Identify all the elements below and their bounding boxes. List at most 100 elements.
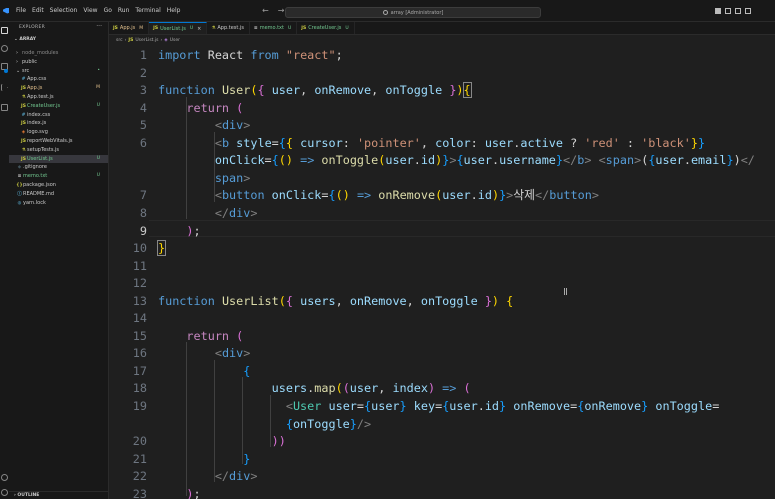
tree-item-app-js[interactable]: JSApp.js M (9, 84, 108, 92)
more-actions-icon[interactable]: ··· (96, 23, 102, 30)
account-icon[interactable] (1, 474, 8, 481)
tab-label: memo.txt (259, 25, 284, 31)
menu-edit[interactable]: Edit (29, 7, 47, 14)
menu-help[interactable]: Help (164, 7, 184, 14)
toggle-secondary-sidebar-icon[interactable] (735, 8, 741, 14)
back-arrow-icon[interactable]: ← (262, 6, 269, 15)
code-line: ); (186, 223, 201, 238)
menu-terminal[interactable]: Terminal (132, 7, 163, 14)
line-number: 22 (132, 469, 147, 484)
code-line: return ( (186, 328, 244, 343)
command-center-search[interactable]: array [Administrator] (285, 7, 541, 18)
tree-item-label: src (22, 67, 30, 74)
tree-item-app-test-js[interactable]: ⚗App.test.js (9, 93, 108, 101)
line-number: 20 (132, 434, 147, 449)
forward-arrow-icon[interactable]: → (278, 6, 285, 15)
line-number: 4 (139, 100, 147, 115)
tree-item-label: setupTests.js (27, 146, 60, 153)
explorer-icon[interactable] (1, 27, 8, 34)
current-line-highlight (149, 220, 775, 237)
git-status-badge: U (96, 173, 100, 179)
tab-git-status: U (189, 26, 194, 31)
tree-item-createuser-js[interactable]: JSCreateUser.js U (9, 102, 108, 110)
tab-createuser-js[interactable]: JS CreateUser.js U (297, 22, 355, 34)
file-type-icon: ≡ (17, 174, 22, 180)
file-type-icon: JS (301, 25, 307, 31)
breadcrumb-separator-icon: › (160, 37, 163, 43)
vscode-logo-icon (3, 7, 9, 14)
file-type-icon: ⚗ (211, 25, 216, 31)
tree-item-src[interactable]: ⌄ src • (9, 67, 108, 75)
breadcrumb-separator-icon: › (124, 37, 127, 43)
tab-git-status: U (287, 25, 292, 31)
line-number: 14 (132, 311, 147, 326)
tab-memo-txt[interactable]: ≡ memo.txt U (250, 22, 298, 34)
code-line: function User({ user, onRemove, onToggle… (158, 82, 472, 99)
menu-run[interactable]: Run (115, 7, 133, 14)
toggle-sidebar-icon[interactable] (715, 8, 721, 14)
tree-item-public[interactable]: › public (9, 58, 108, 66)
file-type-icon: # (21, 112, 26, 118)
line-number: 9 (139, 223, 147, 238)
tab-label: App.js (119, 25, 136, 31)
tree-item-index-js[interactable]: JSindex.js (9, 119, 108, 127)
line-number: 23 (132, 486, 147, 499)
menu-file[interactable]: File (13, 7, 29, 14)
file-type-icon: ≡ (253, 25, 258, 31)
close-icon[interactable]: × (197, 26, 201, 32)
toggle-panel-icon[interactable] (725, 8, 731, 14)
menu-go[interactable]: Go (101, 7, 115, 14)
tree-item-setuptests-js[interactable]: ⚗setupTests.js (9, 146, 108, 154)
code-line: } (156, 240, 167, 257)
breadcrumb-symbol[interactable]: User (170, 38, 180, 43)
file-type-icon: ◈ (21, 130, 26, 136)
extensions-icon[interactable] (1, 104, 8, 111)
workspace-root-label: ARRAY (19, 37, 37, 42)
tree-item-label: CreateUser.js (27, 102, 61, 109)
editor-tab-bar: JS App.js M JS UserList.js U × ⚗ App.test.js ≡ mem… (109, 22, 775, 35)
tree-item-label: .gitignore (23, 164, 47, 171)
line-number: 19 (132, 399, 147, 413)
file-type-icon: ⚗ (21, 95, 26, 100)
tree-item-readme-md[interactable]: ⓘREADME.md (9, 190, 108, 198)
breadcrumb-folder[interactable]: src (116, 38, 123, 43)
tree-item-yarn-lock[interactable]: ◍ yarn.lock (9, 199, 108, 207)
code-line: <b style={{ cursor: 'pointer', color: us… (214, 135, 706, 150)
tree-item-label: logo.svg (27, 129, 48, 136)
menu-view[interactable]: View (80, 7, 100, 14)
file-type-icon: # (21, 77, 26, 83)
tree-item-node-modules[interactable]: › node_modules (9, 49, 108, 57)
tree-item-userlist-js[interactable]: JSUserList.js U (9, 154, 108, 163)
file-type-icon: ◍ (17, 200, 22, 206)
tree-item-label: public (22, 58, 38, 65)
title-bar: File Edit Selection View Go Run Terminal… (0, 0, 775, 22)
line-number: 7 (139, 188, 147, 203)
code-editor[interactable]: 1 import React from "react"; 2 3 function Us… (109, 45, 775, 499)
outline-section[interactable]: › OUTLINE (9, 491, 108, 499)
workspace-root[interactable]: ⌄ ARRAY (14, 37, 36, 42)
tab-git-status: U (345, 25, 349, 31)
line-number: 21 (132, 451, 147, 466)
tree-item-app-css[interactable]: # App.css (9, 75, 108, 83)
line-number (109, 152, 147, 169)
search-activity-icon[interactable] (1, 45, 8, 52)
breadcrumb-file[interactable]: UserList.js (135, 38, 158, 43)
line-number: 2 (139, 65, 147, 80)
tab-app-test-js[interactable]: ⚗ App.test.js (207, 22, 250, 34)
tab-app-js[interactable]: JS App.js M (109, 22, 150, 34)
tree-item-logo-svg[interactable]: ◈ logo.svg (9, 128, 108, 136)
run-debug-icon[interactable] (1, 84, 8, 91)
file-type-icon: JS (21, 139, 26, 144)
tab-label: CreateUser.js (308, 25, 342, 31)
tree-item-memo-txt[interactable]: ≡ memo.txt U (9, 172, 108, 180)
tree-item-label: App.test.js (27, 94, 54, 100)
customize-layout-icon[interactable] (745, 8, 751, 14)
file-type-icon: JS (21, 103, 26, 109)
gear-icon[interactable] (1, 489, 8, 496)
tab-userlist-js[interactable]: JS UserList.js U × (149, 22, 208, 34)
tree-item-index-css[interactable]: # index.css (9, 111, 108, 119)
tree-item--gitignore[interactable]: ◆ .gitignore (9, 163, 108, 171)
menu-selection[interactable]: Selection (47, 7, 81, 14)
tree-item-package-json[interactable]: {}package.json (9, 181, 108, 189)
tree-item-reportwebvitals-js[interactable]: JSreportWebVitals.js (9, 137, 108, 145)
